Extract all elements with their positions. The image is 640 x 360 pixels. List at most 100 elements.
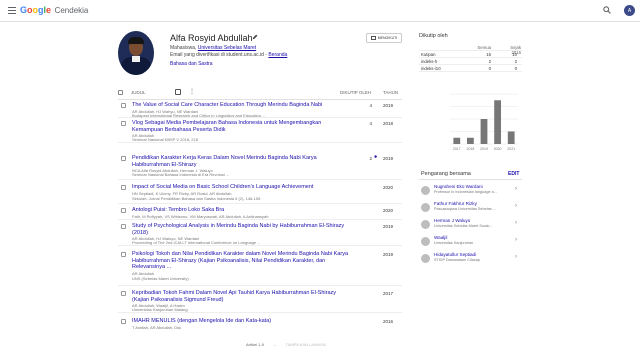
coauthor-item[interactable]: Herman J Waluyo Universitas Sebelas Mare… bbox=[419, 217, 522, 234]
coauthors-title: Pengarang bersama bbox=[421, 171, 471, 177]
article-year: 2020 bbox=[383, 185, 394, 190]
article-source: UNS (Sebelas Maret University) bbox=[132, 276, 189, 281]
table-row: Antologi Puisi: Tembro Loko Saka Bra Fat… bbox=[118, 206, 402, 220]
coauthor-item[interactable]: Hidayatullur Septiadi STKIP Darussalam C… bbox=[419, 251, 522, 268]
article-source: Seminar Nasional Bahasa Indonesia di Era… bbox=[132, 172, 230, 177]
cited-count[interactable]: 4 bbox=[362, 121, 372, 126]
top-app-bar: Google Cendekia A bbox=[0, 0, 640, 22]
follow-button[interactable]: MENGIKUTI bbox=[366, 33, 402, 43]
article-year: 2016 bbox=[383, 319, 394, 324]
account-avatar[interactable]: A bbox=[624, 5, 635, 16]
article-title[interactable]: IMAHR MENULIS (dengan Mengelola Ide dan … bbox=[132, 318, 350, 325]
metrics-row: indeks-i10 0 0 bbox=[419, 65, 522, 72]
chevron-right-icon[interactable]: › bbox=[515, 220, 517, 226]
coauthor-name[interactable]: Herman J Waluyo bbox=[434, 218, 470, 223]
table-row: IMAHR MENULIS (dengan Mengelola Ide dan … bbox=[118, 317, 402, 331]
coauthor-name[interactable]: Waaljil bbox=[434, 235, 447, 240]
row-checkbox[interactable] bbox=[121, 185, 126, 190]
cited-count[interactable]: 4 bbox=[362, 103, 372, 108]
menu-icon[interactable] bbox=[8, 7, 16, 14]
row-checkbox[interactable] bbox=[121, 224, 126, 229]
row-checkbox[interactable] bbox=[121, 252, 126, 257]
sort-by-year[interactable]: TAHUN bbox=[383, 90, 398, 95]
profile-photo bbox=[118, 31, 154, 75]
chart-bar-2021[interactable] bbox=[507, 131, 515, 145]
coauthor-avatar bbox=[421, 220, 430, 229]
table-row: Kepribadian Tokoh Fahmi Dalam Novel Api … bbox=[118, 289, 402, 313]
coauthor-name[interactable]: Fathur Fakhrur Rizky bbox=[434, 201, 477, 206]
coauthor-name[interactable]: Hidayatullur Septiadi bbox=[434, 252, 476, 257]
show-more-button[interactable]: TAMPILKAN LAINNYA bbox=[286, 342, 326, 347]
article-year: 2020 bbox=[383, 208, 394, 213]
row-checkbox[interactable] bbox=[121, 208, 126, 213]
sort-by-cited[interactable]: DIKUTIP OLEH bbox=[340, 90, 371, 95]
table-row: Study of Psychological Analysis in Merin… bbox=[118, 222, 402, 246]
edit-pencil-icon[interactable] bbox=[252, 34, 258, 40]
citations-per-year-chart: 2017 2018 2019 2020 2021 bbox=[448, 90, 522, 154]
edit-coauthors-button[interactable]: EDIT bbox=[508, 171, 519, 177]
chevron-right-icon[interactable]: › bbox=[515, 203, 517, 209]
coauthor-affiliation: Universitas Kanjuruhan bbox=[434, 241, 474, 245]
article-title[interactable]: Pendidikan Karakter Kerja Keras Dalam No… bbox=[132, 155, 350, 168]
article-source: Budapest International Research and Crit… bbox=[132, 113, 266, 118]
coauthor-item[interactable]: Fathur Fakhrur Rizky Pascasarjana Univer… bbox=[419, 200, 522, 217]
chart-tick-label: 2019 bbox=[480, 147, 488, 151]
chevron-down-icon: ⌄ bbox=[273, 342, 277, 347]
article-title[interactable]: Psikologi Tokoh dan Nilai Pendidikan Kar… bbox=[132, 251, 350, 271]
row-checkbox[interactable] bbox=[121, 103, 126, 108]
article-title[interactable]: The Value of Social Care Character Educa… bbox=[132, 102, 350, 109]
coauthor-affiliation: Universitas Sebelas Maret Surak... bbox=[434, 224, 493, 228]
coauthor-name[interactable]: Nugraheni Eko Wardani bbox=[434, 184, 483, 189]
chevron-right-icon[interactable]: › bbox=[515, 237, 517, 243]
article-source: Sekolah: Jurnal Pendidikan Bahasa dan Sa… bbox=[132, 196, 261, 201]
sort-by-title[interactable]: JUDUL bbox=[131, 90, 146, 95]
search-icon[interactable] bbox=[603, 6, 611, 14]
add-article-icon[interactable] bbox=[175, 89, 181, 95]
row-checkbox[interactable] bbox=[121, 291, 126, 296]
product-name: Cendekia bbox=[54, 6, 89, 15]
article-source: Universitas Kanjuruhan Malang bbox=[132, 307, 188, 312]
article-year: 2019 bbox=[383, 156, 394, 161]
chevron-right-icon[interactable]: › bbox=[515, 254, 517, 260]
chart-bar-2020[interactable] bbox=[494, 100, 501, 144]
profile-email: Email yang diverifikasi di student.uns.a… bbox=[170, 52, 288, 58]
chart-tick-label: 2017 bbox=[453, 147, 461, 151]
research-interests[interactable]: Bahasa dan Sastra bbox=[170, 61, 213, 67]
table-row: Psikologi Tokoh dan Nilai Pendidikan Kar… bbox=[118, 250, 402, 286]
more-actions-icon[interactable]: ⋮ bbox=[189, 88, 195, 95]
chart-tick-label: 2021 bbox=[507, 147, 515, 151]
affiliation-link[interactable]: Universitas Sebelas Maret bbox=[198, 45, 256, 51]
coauthor-avatar bbox=[421, 254, 430, 263]
table-row: Pendidikan Karakter Kerja Keras Dalam No… bbox=[118, 154, 402, 180]
homepage-link[interactable]: Beranda bbox=[268, 52, 287, 58]
article-authors: Fath, M Rofiyyah, VS Wibisono, VM Maryus… bbox=[132, 214, 269, 219]
coauthor-avatar bbox=[421, 203, 430, 212]
select-all-checkbox[interactable] bbox=[118, 90, 123, 95]
chart-bar-2019[interactable] bbox=[480, 119, 488, 144]
chart-bar-2018[interactable] bbox=[467, 137, 474, 144]
chevron-right-icon[interactable]: › bbox=[515, 186, 517, 192]
coauthor-affiliation: STKIP Darussalam Cilacap bbox=[434, 258, 480, 262]
row-checkbox[interactable] bbox=[121, 156, 126, 161]
article-year: 2018 bbox=[383, 121, 394, 126]
cited-count[interactable]: 2 bbox=[362, 156, 372, 161]
article-title[interactable]: Antologi Puisi: Tembro Loko Saka Bra bbox=[132, 207, 350, 214]
article-title[interactable]: Kepribadian Tokoh Fahmi Dalam Novel Api … bbox=[132, 290, 350, 303]
article-title[interactable]: Impact of Social Media on Basic School C… bbox=[132, 184, 350, 191]
coauthor-item[interactable]: Waaljil Universitas Kanjuruhan › bbox=[419, 234, 522, 251]
profile-affiliation: Mahasiswa, Universitas Sebelas Maret bbox=[170, 45, 257, 51]
article-year: 2019 bbox=[383, 103, 394, 108]
article-title[interactable]: Study of Psychological Analysis in Merin… bbox=[132, 223, 350, 236]
chart-bar-2017[interactable] bbox=[453, 137, 461, 144]
article-source: Proceeding of The 2nd ICALLT Internation… bbox=[132, 240, 261, 245]
coauthor-item[interactable]: Nugraheni Eko Wardani Professor in Indon… bbox=[419, 183, 522, 200]
profile-name: Alfa Rosyid Abdullah bbox=[170, 33, 253, 43]
chart-tick-label: 2020 bbox=[494, 147, 502, 151]
metrics-row: indeks-h 2 2 bbox=[419, 58, 522, 65]
article-source: Seminar Nasional KBSP V 2018, 218 bbox=[132, 137, 198, 142]
row-checkbox[interactable] bbox=[121, 319, 126, 324]
article-title[interactable]: Vlog Sebagai Media Pembelajaran Bahasa I… bbox=[132, 120, 350, 133]
google-scholar-logo[interactable]: Google Cendekia bbox=[20, 5, 88, 15]
table-row: Vlog Sebagai Media Pembelajaran Bahasa I… bbox=[118, 119, 402, 143]
row-checkbox[interactable] bbox=[121, 121, 126, 126]
